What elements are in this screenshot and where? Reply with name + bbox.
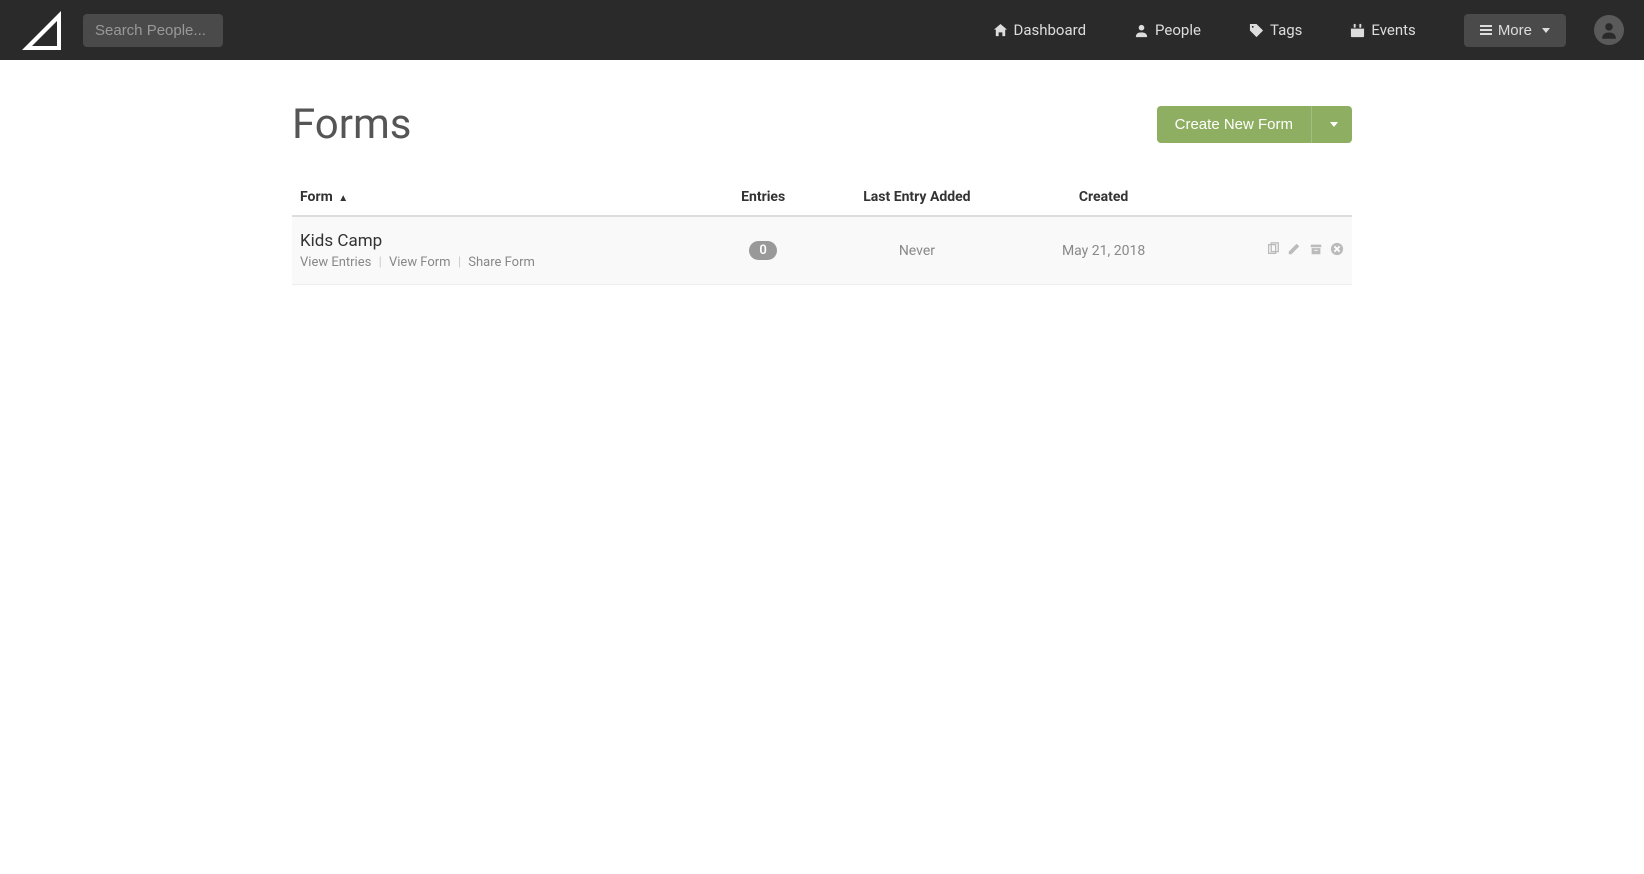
tag-icon [1249,23,1264,38]
create-new-form-button[interactable]: Create New Form [1157,106,1311,143]
caret-down-icon [1542,28,1550,33]
more-label: More [1498,22,1532,39]
form-name[interactable]: Kids Camp [300,231,705,251]
app-logo[interactable] [20,9,63,52]
hamburger-icon [1480,25,1492,35]
col-form-header[interactable]: Form ▲ [292,179,713,216]
nav-tags[interactable]: Tags [1225,21,1326,39]
view-form-link[interactable]: View Form [389,255,451,270]
view-entries-link[interactable]: View Entries [300,255,371,270]
search-input[interactable] [83,14,223,47]
calendar-icon [1350,23,1365,38]
nav-dashboard[interactable]: Dashboard [969,21,1111,39]
col-entries-header[interactable]: Entries [713,179,814,216]
nav-people-label: People [1155,21,1201,39]
nav-events-label: Events [1371,21,1415,39]
entries-badge: 0 [749,241,776,260]
nav-tags-label: Tags [1270,21,1302,39]
page-header: Forms Create New Form [292,100,1352,149]
separator: | [379,255,382,270]
content: Forms Create New Form Form ▲ Entries Las… [272,60,1372,325]
edit-icon[interactable] [1287,242,1301,256]
delete-icon[interactable] [1330,242,1344,256]
form-actions: View Entries | View Form | Share Form [300,255,705,270]
user-icon [1134,23,1149,38]
col-actions-header [1187,179,1352,216]
share-form-link[interactable]: Share Form [468,255,535,270]
last-entry-cell: Never [813,216,1020,285]
nav-dashboard-label: Dashboard [1014,21,1087,39]
created-cell: May 21, 2018 [1020,216,1187,285]
col-last-entry-header[interactable]: Last Entry Added [813,179,1020,216]
forms-table: Form ▲ Entries Last Entry Added Created … [292,179,1352,285]
nav-people[interactable]: People [1110,21,1225,39]
nav-events[interactable]: Events [1326,21,1439,39]
home-icon [993,23,1008,38]
sort-caret-icon: ▲ [338,193,348,204]
more-button[interactable]: More [1464,14,1566,47]
copy-icon[interactable] [1266,242,1280,256]
col-form-label: Form [300,189,333,205]
table-row: Kids Camp View Entries | View Form | Sha… [292,216,1352,285]
caret-down-icon [1330,122,1338,127]
separator: | [458,255,461,270]
avatar[interactable] [1594,15,1624,45]
archive-icon[interactable] [1309,242,1323,256]
create-button-group: Create New Form [1157,106,1352,143]
create-dropdown-button[interactable] [1311,106,1352,143]
col-created-header[interactable]: Created [1020,179,1187,216]
page-title: Forms [292,100,411,149]
header: Dashboard People Tags Events More [0,0,1644,60]
